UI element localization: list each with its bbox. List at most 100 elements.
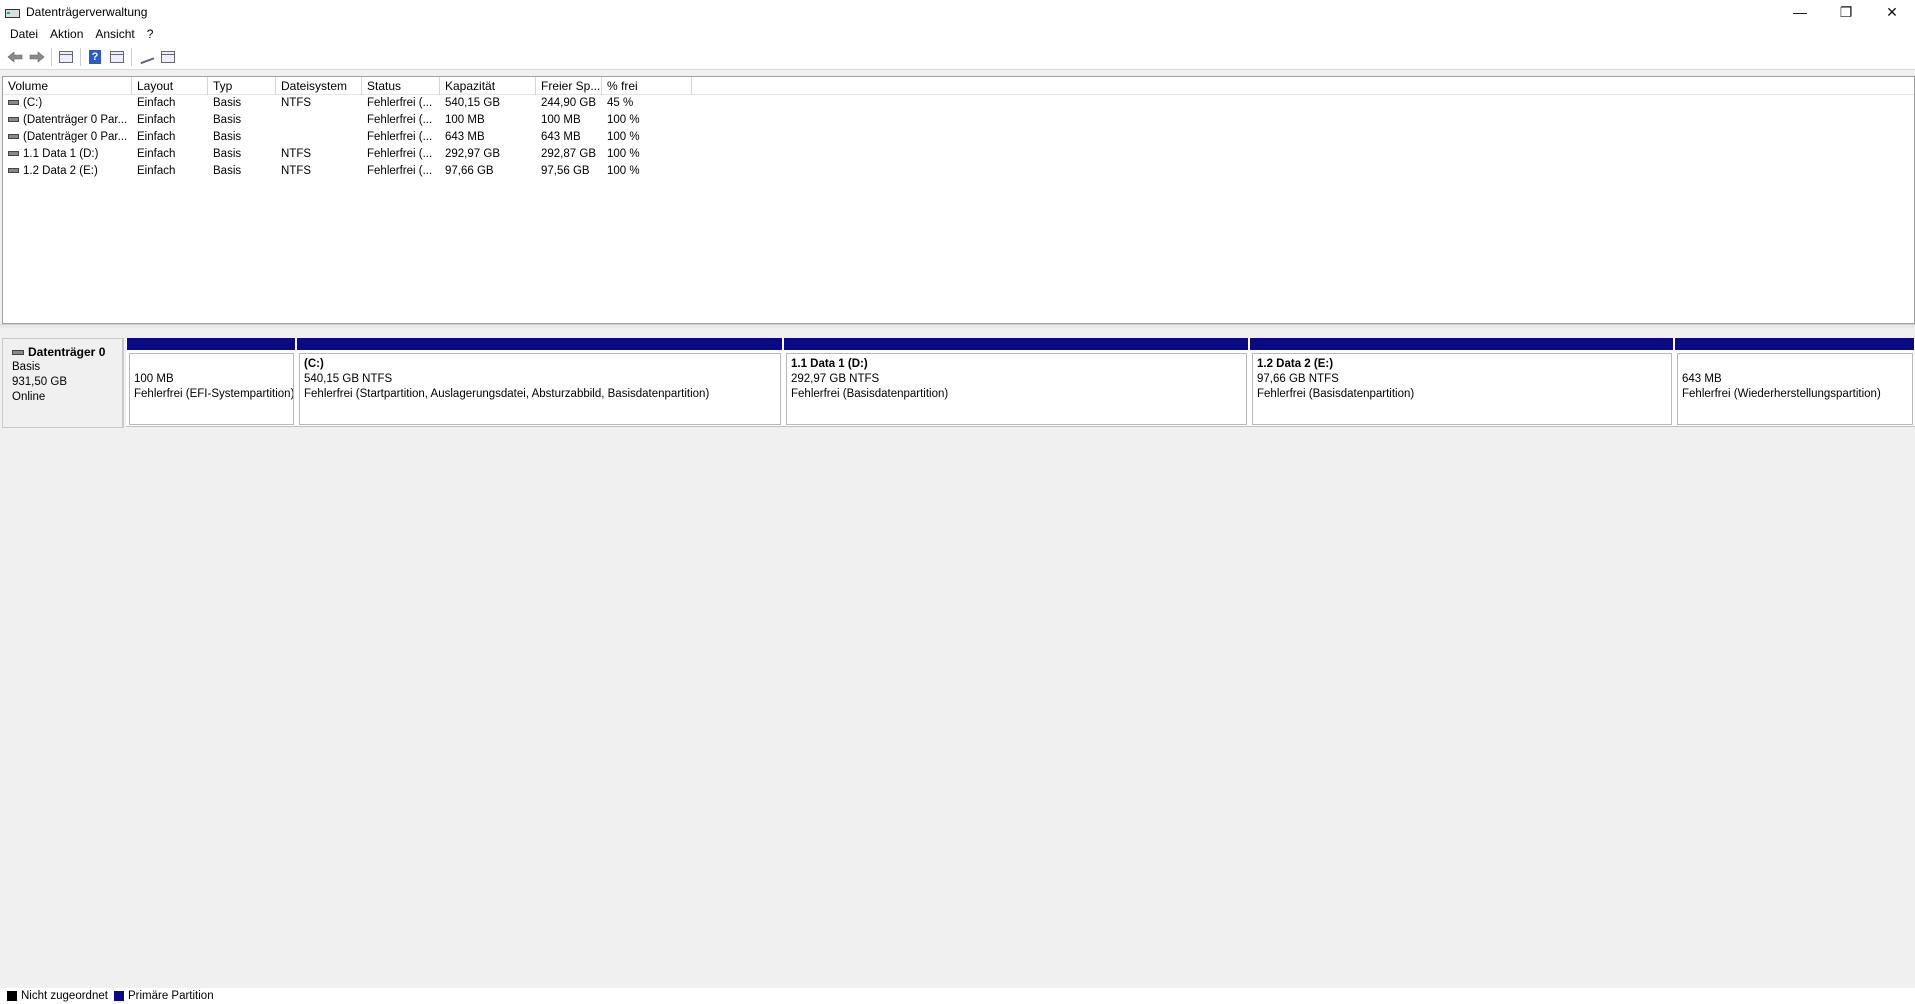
partition-e[interactable]: 1.2 Data 2 (E:) 97,66 GB NTFS Fehlerfrei…	[1249, 338, 1674, 427]
partition-size: 292,97 GB NTFS	[791, 373, 880, 385]
table-row[interactable]: (Datenträger 0 Par... Einfach Basis Fehl…	[3, 112, 1914, 129]
cell-status: Fehlerfrei (...	[367, 165, 433, 177]
toolbar: ?	[0, 44, 1915, 70]
properties-button[interactable]	[106, 46, 128, 68]
cell-freier-speicher: 244,90 GB	[541, 97, 596, 109]
forward-button[interactable]	[26, 46, 48, 68]
cell-typ: Basis	[213, 114, 242, 126]
legend-swatch-primary	[113, 991, 124, 1001]
partition-d[interactable]: 1.1 Data 1 (D:) 292,97 GB NTFS Fehlerfre…	[783, 338, 1249, 427]
cell-status: Fehlerfrei (...	[367, 148, 433, 160]
table-row[interactable]: 1.1 Data 1 (D:) Einfach Basis NTFS Fehle…	[3, 146, 1914, 163]
legend-label: Nicht zugeordnet	[21, 990, 108, 1002]
volume-name: (Datenträger 0 Par...	[23, 114, 128, 126]
cell-kapazitaet: 643 MB	[445, 131, 485, 143]
column-prozent-frei[interactable]: % frei	[602, 77, 692, 95]
partition-bar	[126, 338, 296, 350]
volume-name: 1.2 Data 2 (E:)	[23, 165, 98, 177]
cell-status: Fehlerfrei (...	[367, 97, 433, 109]
cell-kapazitaet: 100 MB	[445, 114, 485, 126]
partition-status: Fehlerfrei (Basisdatenpartition)	[1257, 388, 1415, 400]
partition-c[interactable]: (C:) 540,15 GB NTFS Fehlerfrei (Startpar…	[296, 338, 783, 427]
partition-bar	[1249, 338, 1674, 350]
volume-icon	[8, 168, 19, 174]
cell-typ: Basis	[213, 165, 242, 177]
partition-status: Fehlerfrei (EFI-Systempartition)	[134, 388, 294, 400]
partition-name	[1682, 357, 1912, 372]
rescan-button[interactable]	[135, 46, 157, 68]
partition-body: (C:) 540,15 GB NTFS Fehlerfrei (Startpar…	[299, 353, 781, 425]
disk-map-pane: Datenträger 0 Basis 931,50 GB Online 100…	[0, 328, 1915, 988]
cell-layout: Einfach	[137, 148, 176, 160]
column-layout[interactable]: Layout	[132, 77, 208, 95]
menu-aktion[interactable]: Aktion	[44, 24, 89, 44]
cell-typ: Basis	[213, 97, 242, 109]
cell-kapazitaet: 540,15 GB	[445, 97, 500, 109]
partition-recovery[interactable]: 643 MB Fehlerfrei (Wiederherstellungspar…	[1674, 338, 1915, 427]
cell-volume: 1.2 Data 2 (E:)	[3, 163, 132, 180]
view-button[interactable]	[157, 46, 179, 68]
back-icon	[7, 50, 23, 63]
partition-name: 1.1 Data 1 (D:)	[791, 358, 868, 370]
partition-bar	[783, 338, 1249, 350]
column-typ[interactable]: Typ	[208, 77, 276, 95]
help-button[interactable]: ?	[84, 46, 106, 68]
toolbar-separator	[51, 47, 52, 66]
cell-freier-speicher: 643 MB	[541, 131, 581, 143]
cell-dateisystem	[276, 112, 362, 129]
column-dateisystem[interactable]: Dateisystem	[276, 77, 362, 95]
volume-name: (Datenträger 0 Par...	[23, 131, 128, 143]
cell-layout: Einfach	[137, 131, 176, 143]
cell-volume: 1.1 Data 1 (D:)	[3, 146, 132, 163]
cell-prozent-frei: 100 %	[607, 165, 640, 177]
cell-typ: Basis	[213, 148, 242, 160]
cell-volume: (Datenträger 0 Par...	[3, 112, 132, 129]
volume-name: (C:)	[23, 97, 43, 109]
back-button[interactable]	[4, 46, 26, 68]
console-tree-button[interactable]	[55, 46, 77, 68]
partition-efi[interactable]: 100 MB Fehlerfrei (EFI-Systempartition)	[126, 338, 296, 427]
rescan-icon	[137, 49, 155, 64]
volume-name: 1.1 Data 1 (D:)	[23, 148, 99, 160]
cell-status: Fehlerfrei (...	[367, 114, 433, 126]
cell-kapazitaet: 292,97 GB	[445, 148, 500, 160]
table-row[interactable]: 1.2 Data 2 (E:) Einfach Basis NTFS Fehle…	[3, 163, 1914, 180]
cell-dateisystem	[276, 129, 362, 146]
volume-icon	[8, 134, 19, 140]
close-button[interactable]: ✕	[1869, 0, 1915, 24]
partition-name: (C:)	[304, 358, 324, 370]
partition-bar	[296, 338, 783, 350]
cell-layout: Einfach	[137, 97, 176, 109]
cell-prozent-frei: 100 %	[607, 148, 640, 160]
volume-list: Volume Layout Typ Dateisystem Status Kap…	[2, 76, 1915, 324]
volume-icon	[8, 100, 19, 106]
table-row[interactable]: (C:) Einfach Basis NTFS Fehlerfrei (... …	[3, 95, 1914, 112]
disk-management-app-icon	[4, 5, 20, 19]
volume-list-header: Volume Layout Typ Dateisystem Status Kap…	[3, 77, 1914, 95]
partition-size: 100 MB	[134, 373, 174, 385]
partition-row: 100 MB Fehlerfrei (EFI-Systempartition) …	[126, 338, 1915, 427]
disk-size: 931,50 GB	[12, 376, 67, 388]
console-tree-icon	[59, 50, 73, 63]
menu-help[interactable]: ?	[141, 24, 160, 44]
toolbar-separator	[131, 47, 132, 66]
table-row[interactable]: (Datenträger 0 Par... Einfach Basis Fehl…	[3, 129, 1914, 146]
cell-layout: Einfach	[137, 114, 176, 126]
restore-button[interactable]: ❐	[1823, 0, 1869, 24]
menu-ansicht[interactable]: Ansicht	[89, 24, 140, 44]
column-kapazitaet[interactable]: Kapazität	[440, 77, 536, 95]
volume-icon	[8, 151, 19, 157]
minimize-button[interactable]: —	[1777, 0, 1823, 24]
partition-status: Fehlerfrei (Startpartition, Auslagerungs…	[304, 388, 710, 400]
menu-bar: Datei Aktion Ansicht ?	[0, 24, 1915, 44]
partition-bar	[1674, 338, 1915, 350]
column-freier-speicher[interactable]: Freier Sp...	[536, 77, 602, 95]
disk-type: Basis	[12, 361, 41, 373]
disk-0-label[interactable]: Datenträger 0 Basis 931,50 GB Online	[2, 338, 124, 428]
column-volume[interactable]: Volume	[3, 77, 132, 95]
disk-name: Datenträger 0	[28, 345, 106, 359]
column-status[interactable]: Status	[362, 77, 440, 95]
legend-unallocated: Nicht zugeordnet	[7, 990, 108, 1002]
menu-datei[interactable]: Datei	[4, 24, 44, 44]
cell-volume: (C:)	[3, 95, 132, 112]
